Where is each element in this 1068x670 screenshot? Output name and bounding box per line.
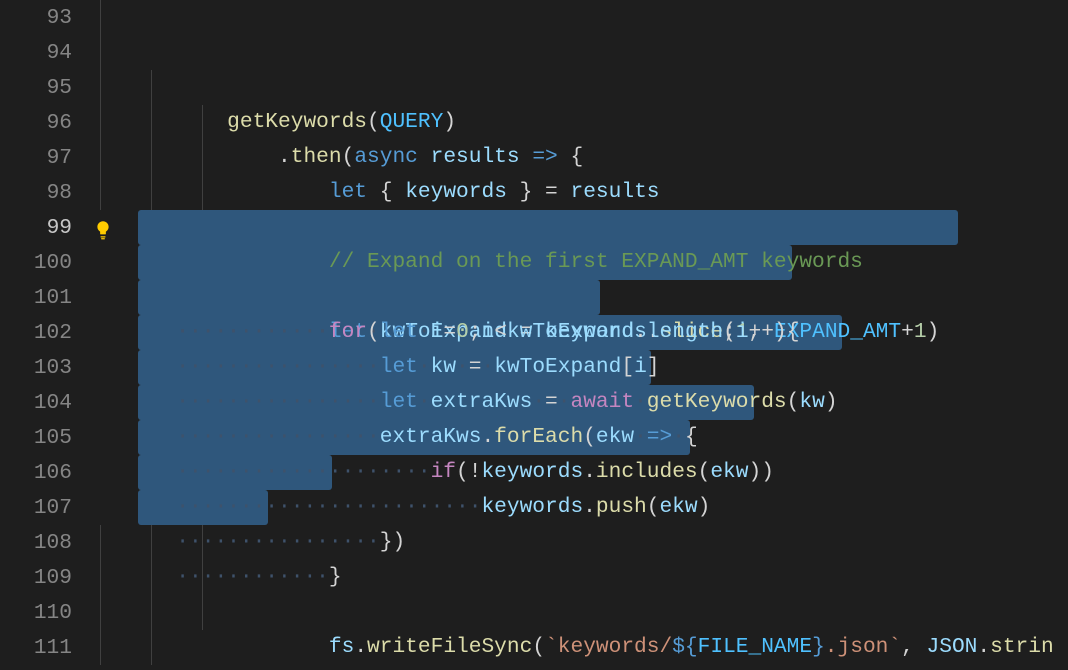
line-number: 105 [0, 426, 100, 450]
line-number: 107 [0, 496, 100, 520]
code-line[interactable]: 99 ············let·kwToExpand·=·keywords… [0, 210, 1068, 245]
line-number: 103 [0, 356, 100, 380]
code-content[interactable]: .then(async results => { [100, 70, 1068, 105]
line-number: 102 [0, 321, 100, 345]
line-number: 99 [0, 216, 100, 240]
selection [138, 210, 958, 245]
line-number: 98 [0, 181, 100, 205]
line-number: 95 [0, 76, 100, 100]
line-number: 104 [0, 391, 100, 415]
code-editor[interactable]: 93 94 getKeywords(QUERY) 95 .then(async … [0, 0, 1068, 665]
code-line[interactable]: 96 let { keywords } = results [0, 105, 1068, 140]
line-number: 100 [0, 251, 100, 275]
code-line[interactable]: 101 ················let·kw·=·kwToExpand[… [0, 280, 1068, 315]
code-content[interactable] [100, 0, 1068, 35]
line-number: 96 [0, 111, 100, 135]
selection [138, 280, 600, 315]
code-line[interactable]: 108 [0, 525, 1068, 560]
code-line[interactable]: 94 getKeywords(QUERY) [0, 35, 1068, 70]
lightbulb-icon[interactable] [93, 218, 113, 238]
code-line[interactable]: 95 .then(async results => { [0, 70, 1068, 105]
code-content[interactable]: ················let·kw·=·kwToExpand[i] [100, 280, 1068, 315]
line-number: 106 [0, 461, 100, 485]
line-number: 101 [0, 286, 100, 310]
code-content[interactable]: ············let·kwToExpand·=·keywords.sl… [100, 210, 1068, 245]
code-content[interactable]: console.log('Keywords Generated: '+keywo… [100, 595, 1068, 630]
line-number: 93 [0, 6, 100, 30]
line-number: 111 [0, 636, 100, 660]
line-number: 97 [0, 146, 100, 170]
line-number: 94 [0, 41, 100, 65]
code-line[interactable]: 110 console.log('Keywords Generated: '+k… [0, 595, 1068, 630]
code-line[interactable]: 93 [0, 0, 1068, 35]
code-line[interactable]: 109 fs.writeFileSync(`keywords/${FILE_NA… [0, 560, 1068, 595]
line-number: 109 [0, 566, 100, 590]
line-number: 110 [0, 601, 100, 625]
line-number: 108 [0, 531, 100, 555]
code-content[interactable]: getKeywords(QUERY) [100, 35, 1068, 70]
